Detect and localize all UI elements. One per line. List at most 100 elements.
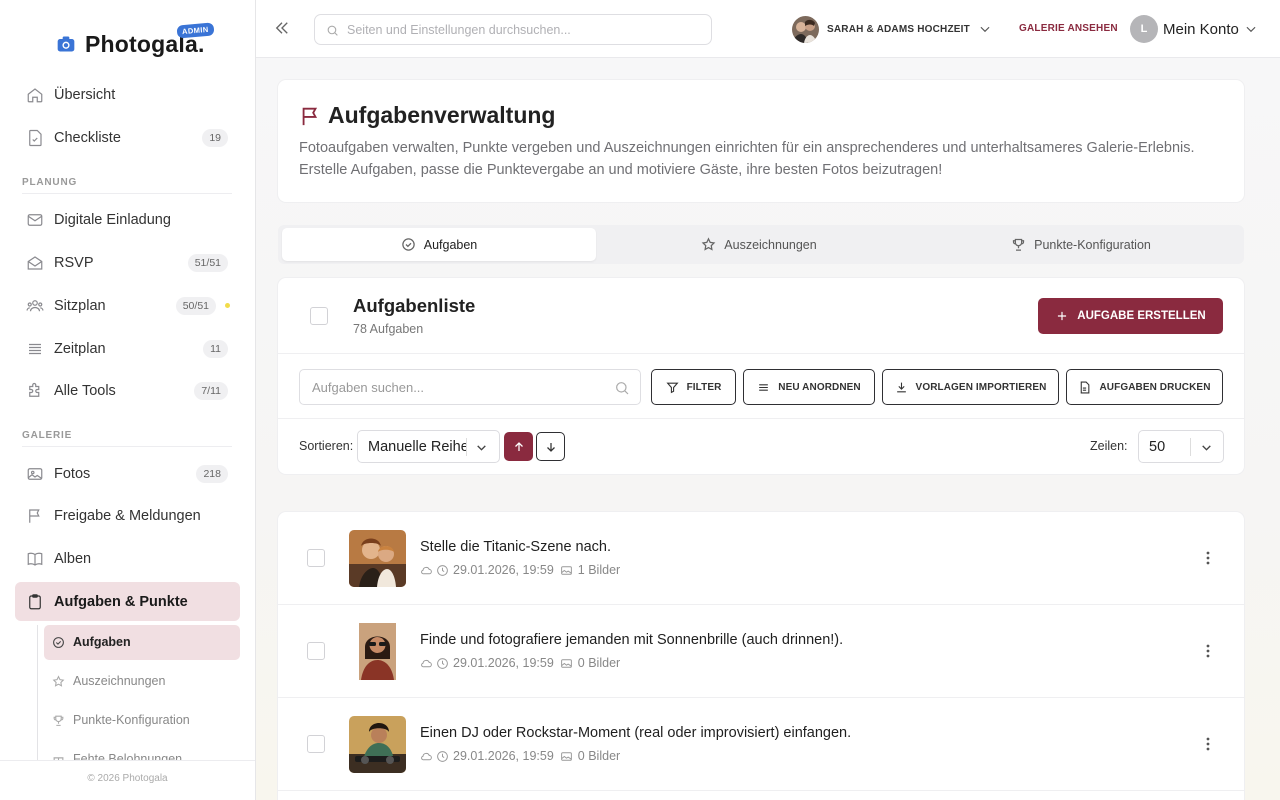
select-all-checkbox[interactable] — [310, 307, 328, 325]
sidebar-item-aufgaben-punkte[interactable]: Aufgaben & Punkte — [15, 582, 240, 621]
event-selector[interactable]: SARAH & ADAMS HOCHZEIT — [792, 15, 992, 43]
table-row[interactable]: Finde und fotografiere jemanden mit Sonn… — [278, 605, 1244, 698]
tab-label: Aufgaben — [423, 237, 478, 252]
import-templates-label: VORLAGEN IMPORTIEREN — [915, 381, 1047, 393]
tab-punkte-konfiguration[interactable]: Punkte-Konfiguration — [922, 228, 1240, 261]
clipboard-icon — [29, 594, 41, 610]
task-meta: 29.01.2026, 19:59 0 Bilder — [420, 749, 620, 763]
book-icon — [27, 552, 43, 566]
count-badge: 11 — [203, 339, 228, 358]
create-task-button[interactable]: AUFGABE ERSTELLEN — [1038, 298, 1223, 334]
filter-label: FILTER — [686, 381, 722, 393]
sidebar-subitem-label: Aufgaben — [73, 635, 131, 649]
sidebar-subitem-label: Auszeichnungen — [73, 674, 166, 688]
clock-icon — [437, 564, 448, 576]
chevron-down-icon — [1202, 445, 1211, 451]
task-thumbnail[interactable] — [349, 716, 406, 773]
clock-icon — [437, 750, 448, 762]
camera-icon — [57, 36, 75, 52]
trophy-icon — [53, 715, 64, 726]
search-icon — [327, 25, 338, 36]
account-menu[interactable]: L Mein Konto — [1130, 14, 1258, 44]
more-vertical-icon[interactable] — [1201, 642, 1215, 660]
print-tasks-label: AUFGABEN DRUCKEN — [1099, 381, 1211, 393]
chevron-down-icon — [1246, 26, 1256, 33]
task-search[interactable] — [299, 369, 641, 405]
chevron-down-icon — [477, 445, 486, 451]
sidebar-subitem-aufgaben[interactable]: Aufgaben — [44, 625, 240, 660]
task-list-title: Aufgabenliste — [353, 295, 476, 316]
tab-label: Auszeichnungen — [724, 237, 817, 252]
sidebar-item-label: Digitale Einladung — [54, 211, 171, 228]
sidebar-item-uebersicht[interactable]: Übersicht — [15, 75, 240, 114]
sidebar-item-rsvp[interactable]: RSVP 51/51 — [15, 243, 240, 282]
sidebar-item-label: Übersicht — [54, 86, 116, 103]
row-checkbox[interactable] — [307, 642, 325, 660]
task-date: 29.01.2026, 19:59 — [453, 656, 554, 670]
sidebar-item-fotos[interactable]: Fotos 218 — [15, 454, 240, 493]
check-circle-icon — [53, 637, 64, 648]
more-vertical-icon[interactable] — [1201, 735, 1215, 753]
sidebar-subitem-auszeichnungen[interactable]: Auszeichnungen — [44, 664, 240, 699]
row-checkbox[interactable] — [307, 735, 325, 753]
task-list-header: Aufgabenliste 78 Aufgaben AUFGABE ERSTEL… — [278, 278, 1244, 354]
collapse-sidebar-icon[interactable] — [273, 19, 291, 37]
sidebar-item-label: Alle Tools — [54, 382, 116, 399]
admin-badge: ADMIN — [176, 22, 215, 39]
sidebar-item-label: Sitzplan — [54, 297, 106, 314]
image-icon — [27, 468, 43, 480]
row-checkbox[interactable] — [307, 549, 325, 567]
sort-label: Sortieren: — [299, 439, 354, 453]
sort-ascending-button[interactable] — [504, 432, 533, 461]
intro-card: Aufgabenverwaltung Fotoaufgaben verwalte… — [278, 80, 1244, 202]
view-gallery-link[interactable]: GALERIE ANSEHEN — [1019, 23, 1118, 34]
page-title: Aufgabenverwaltung — [328, 102, 556, 128]
task-image-count: 1 Bilder — [577, 563, 621, 577]
sort-bar: Sortieren: Manuelle Reihenfolge Zeilen: … — [278, 419, 1244, 474]
document-icon — [1081, 381, 1090, 393]
sort-value: Manuelle Reihenfolge — [368, 439, 466, 455]
sidebar-item-sitzplan[interactable]: Sitzplan 50/51 — [15, 286, 240, 325]
event-name: SARAH & ADAMS HOCHZEIT — [827, 23, 970, 35]
task-image-count: 0 Bilder — [577, 749, 621, 763]
table-row[interactable]: Stelle die Titanic-Szene nach. 29.01.202… — [278, 512, 1244, 605]
task-thumbnail[interactable] — [349, 623, 406, 680]
tab-aufgaben[interactable]: Aufgaben — [282, 228, 596, 261]
rows-label: Zeilen: — [1090, 439, 1128, 453]
count-badge: 218 — [196, 464, 228, 483]
task-image-count: 0 Bilder — [577, 656, 621, 670]
list-icon — [29, 343, 41, 355]
sidebar-item-alben[interactable]: Alben — [15, 539, 240, 578]
task-list-card: Aufgabenliste 78 Aufgaben AUFGABE ERSTEL… — [278, 278, 1244, 474]
import-templates-button[interactable]: VORLAGEN IMPORTIEREN — [882, 369, 1059, 405]
global-search[interactable] — [314, 14, 712, 45]
sidebar-item-zeitplan[interactable]: Zeitplan 11 — [15, 329, 240, 368]
rows-per-page-select[interactable]: 50 — [1138, 430, 1224, 463]
sidebar: Photogala. ADMIN Übersicht Checkliste 19… — [0, 0, 256, 800]
sidebar-subitem-punkte-konfiguration[interactable]: Punkte-Konfiguration — [44, 703, 240, 738]
filter-button[interactable]: FILTER — [651, 369, 736, 405]
global-search-input[interactable] — [347, 15, 697, 44]
count-badge: 19 — [202, 128, 228, 147]
sidebar-item-alle-tools[interactable]: Alle Tools 7/11 — [15, 371, 240, 410]
tab-auszeichnungen[interactable]: Auszeichnungen — [600, 228, 918, 261]
task-search-input[interactable] — [312, 370, 612, 404]
task-meta: 29.01.2026, 19:59 0 Bilder — [420, 656, 620, 670]
sort-descending-button[interactable] — [536, 432, 565, 461]
users-icon — [26, 300, 44, 312]
sidebar-item-digitale-einladung[interactable]: Digitale Einladung — [15, 200, 240, 239]
sidebar-item-checkliste[interactable]: Checkliste 19 — [15, 118, 240, 157]
search-icon — [616, 382, 629, 395]
section-label-planung: PLANUNG — [22, 177, 78, 188]
task-title: Finde und fotografiere jemanden mit Sonn… — [420, 632, 844, 648]
sidebar-item-freigabe[interactable]: Freigabe & Meldungen — [15, 496, 240, 535]
image-icon — [560, 658, 572, 668]
sort-select[interactable]: Manuelle Reihenfolge — [357, 430, 500, 463]
task-thumbnail[interactable] — [349, 530, 406, 587]
more-vertical-icon[interactable] — [1201, 549, 1215, 567]
reorder-button[interactable]: NEU ANORDNEN — [743, 369, 875, 405]
divider — [1190, 438, 1191, 456]
mail-icon — [27, 214, 43, 226]
table-row[interactable]: Einen DJ oder Rockstar-Moment (real oder… — [278, 698, 1244, 791]
print-tasks-button[interactable]: AUFGABEN DRUCKEN — [1066, 369, 1223, 405]
